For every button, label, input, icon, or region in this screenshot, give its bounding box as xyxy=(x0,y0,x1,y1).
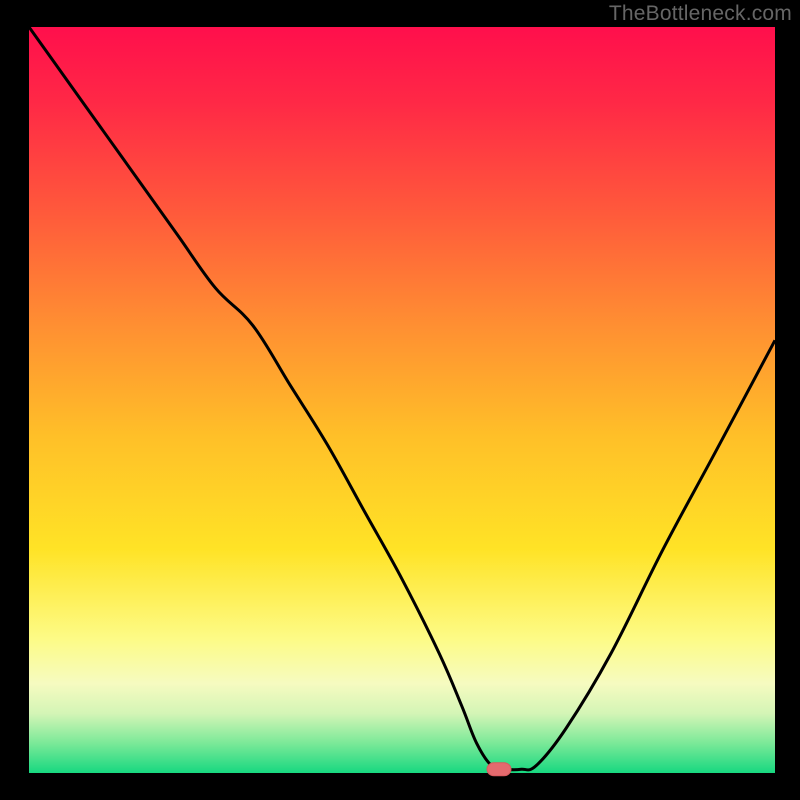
plot-area xyxy=(29,27,775,773)
optimal-marker xyxy=(487,763,511,776)
chart-container: TheBottleneck.com xyxy=(0,0,800,800)
chart-svg xyxy=(0,0,800,800)
watermark-label: TheBottleneck.com xyxy=(609,2,792,26)
